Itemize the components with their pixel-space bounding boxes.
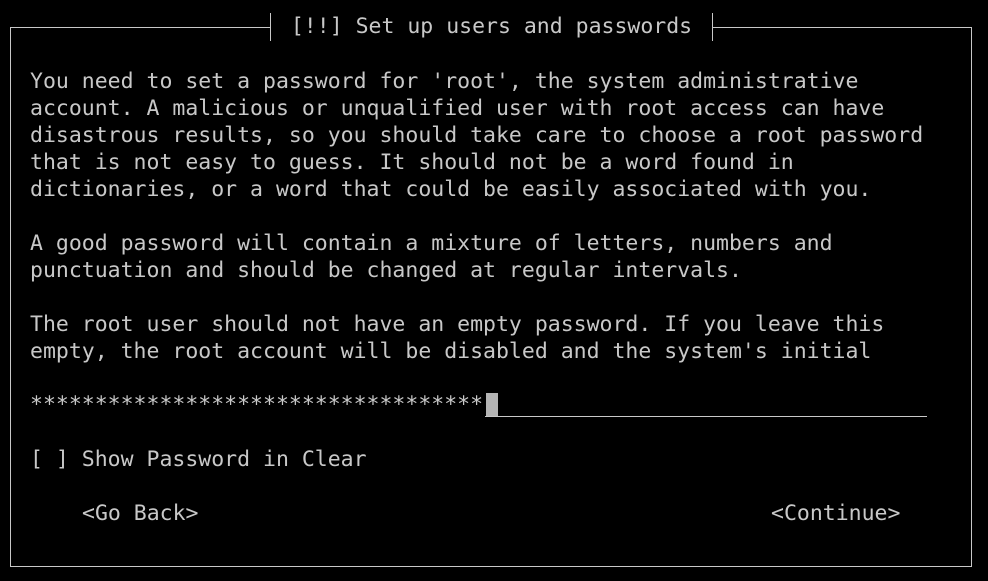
paragraph2-line-2: punctuation and should be changed at reg…	[30, 258, 742, 283]
checkbox-label: Show Password in Clear	[81, 447, 367, 472]
paragraph1-line-3: disastrous results, so you should take c…	[30, 123, 924, 148]
show-password-checkbox[interactable]: [ ] Show Password in Clear	[30, 446, 367, 473]
paragraph3-line-1: The root user should not have an empty p…	[30, 312, 885, 337]
continue-button[interactable]: <Continue>	[771, 500, 900, 527]
go-back-button[interactable]: <Go Back>	[82, 500, 199, 527]
paragraph1-line-1: You need to set a password for 'root', t…	[30, 69, 859, 94]
dialog-title: [!!] Set up users and passwords	[270, 13, 713, 41]
paragraph1-line-4: that is not easy to guess. It should not…	[30, 150, 794, 175]
text-cursor	[486, 393, 498, 416]
paragraph3-line-2: empty, the root account will be disabled…	[30, 339, 872, 364]
checkbox-box[interactable]: [ ]	[30, 447, 69, 472]
paragraph1-line-5: dictionaries, or a word that could be ea…	[30, 177, 872, 202]
paragraph2-line-1: A good password will contain a mixture o…	[30, 231, 833, 256]
password-masked-value: ***********************************	[30, 392, 484, 417]
password-input[interactable]: ***********************************	[30, 391, 928, 418]
password-input-underline	[485, 416, 927, 417]
paragraph1-line-2: account. A malicious or unqualified user…	[30, 96, 885, 121]
